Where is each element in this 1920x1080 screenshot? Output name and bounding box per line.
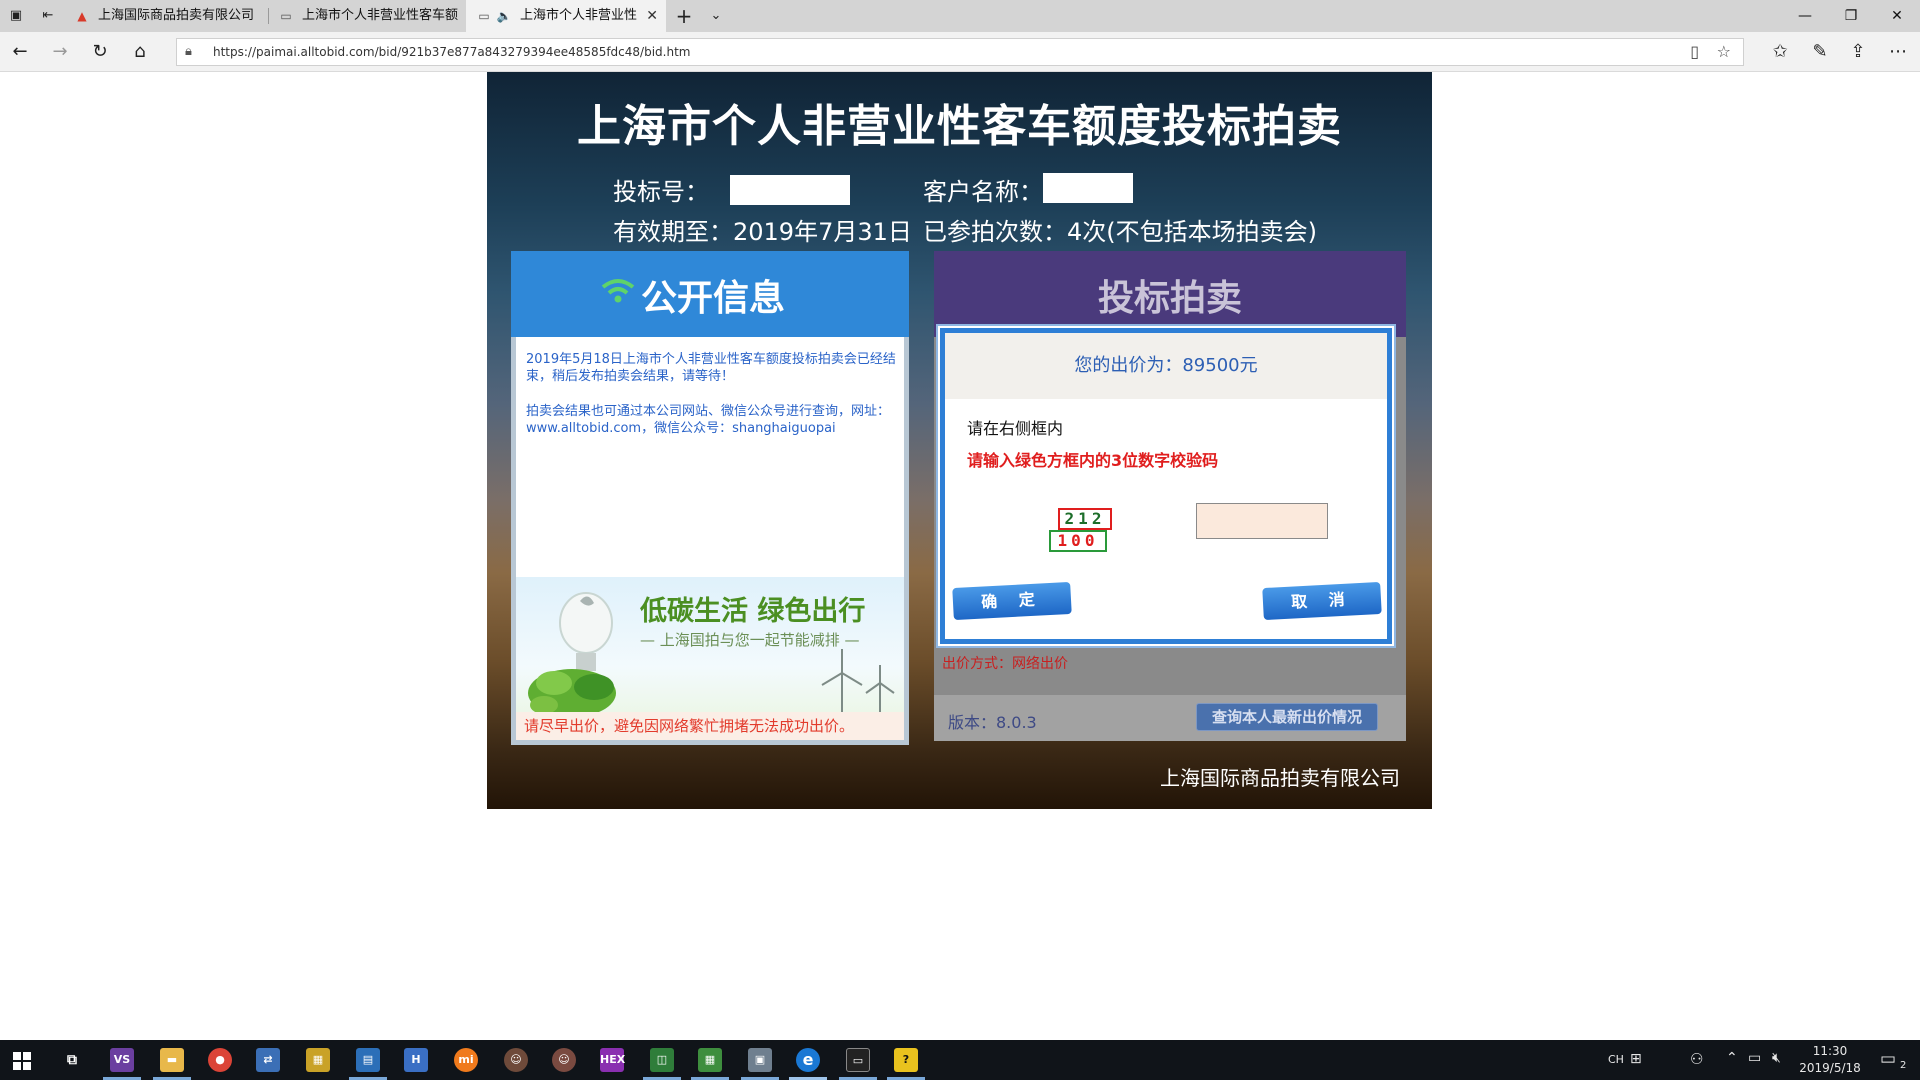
terminal-icon[interactable]: ▭ <box>846 1048 870 1072</box>
network-tool-icon[interactable]: ⇄ <box>256 1048 280 1072</box>
ime-indicator[interactable]: CH <box>1608 1053 1624 1066</box>
tab-auction-info[interactable]: ▭ 上海市个人非营业性客车额 <box>268 0 464 32</box>
public-info-header: 公开信息 <box>511 251 909 337</box>
public-info-title: 公开信息 <box>641 278 786 319</box>
url-text: https://paimai.alltobid.com/bid/921b37e8… <box>213 45 691 59</box>
close-tab-icon[interactable]: ✕ <box>646 0 658 32</box>
reading-view-icon[interactable]: ▯ <box>1690 42 1699 61</box>
bid-auction-title: 投标拍卖 <box>1097 278 1242 319</box>
notification-count: 2 <box>1900 1060 1907 1071</box>
task-view-icon[interactable]: ⧉ <box>60 1048 84 1072</box>
favorite-star-icon[interactable]: ☆ <box>1717 42 1731 61</box>
h-app-icon[interactable]: H <box>404 1048 428 1072</box>
mi-icon[interactable]: mi <box>454 1048 478 1072</box>
valid-until: 有效期至：2019年7月31日 <box>613 218 912 246</box>
customer-name-label: 客户名称： <box>923 178 1043 206</box>
customer-name-value <box>1043 173 1133 203</box>
notepad-icon[interactable]: ▤ <box>356 1048 380 1072</box>
windows-start-icon[interactable] <box>13 1052 31 1070</box>
tab-bid-active[interactable]: ▭ 🔈 上海市个人非营业性 ✕ <box>466 0 666 32</box>
public-info-panel: 2019年5月18日上海市个人非营业性客车额度投标拍卖会已经结束，稍后发布拍卖会… <box>511 337 909 745</box>
network-icon[interactable]: ▭ <box>1748 1050 1761 1066</box>
lock-icon: 🔒︎ <box>185 44 192 59</box>
lightbulb-plant-icon <box>528 592 616 717</box>
bid-number-label: 投标号： <box>613 178 709 206</box>
avatar-app-icon[interactable]: ☺ <box>504 1048 528 1072</box>
pen-icon[interactable]: ✎ <box>1808 40 1832 64</box>
close-window-button[interactable]: ✕ <box>1874 0 1920 32</box>
volume-muted-icon[interactable]: 🔇︎ <box>1772 1050 1781 1066</box>
tab-label: 上海国际商品拍卖有限公司 <box>98 8 255 23</box>
taskbar: ⧉ VS ▬ ● ⇄ ▦ ▤ H mi ☺ ☺ HEX ◫ ▦ ▣ e ▭ ? … <box>0 1040 1920 1080</box>
minimize-button[interactable]: — <box>1782 0 1828 32</box>
edge-browser-icon[interactable]: e <box>796 1048 820 1072</box>
participation-count: 已参拍次数：4次(不包括本场拍卖会) <box>923 218 1317 246</box>
tab-alltobid-company[interactable]: ▲ 上海国际商品拍卖有限公司 <box>64 0 268 32</box>
hex-editor-icon[interactable]: HEX <box>600 1048 625 1072</box>
page-icon: ▭ <box>280 9 292 23</box>
visual-studio-icon[interactable]: VS <box>110 1048 134 1072</box>
keyboard-layout-icon[interactable]: ⊞ <box>1630 1051 1642 1067</box>
clock-time[interactable]: 11:30 <box>1798 1044 1862 1058</box>
bid-price: 您的出价为：89500元 <box>1074 355 1258 376</box>
cast-icon[interactable]: ◫ <box>650 1048 674 1072</box>
query-latest-bid-button[interactable]: 查询本人最新出价情况 <box>1196 703 1378 731</box>
refresh-icon[interactable]: ↻ <box>88 40 112 64</box>
package-icon[interactable]: ▦ <box>306 1048 330 1072</box>
restore-button[interactable]: ❐ <box>1828 0 1874 32</box>
dialog-header: 您的出价为：89500元 <box>945 333 1387 399</box>
forward-icon[interactable]: → <box>48 40 72 64</box>
auction-page: 上海市个人非营业性客车额度投标拍卖 投标号： 客户名称： 有效期至：2019年7… <box>487 72 1432 809</box>
tab-label: 上海市个人非营业性客车额 <box>302 8 459 23</box>
clock-date[interactable]: 2019/5/18 <box>1798 1061 1862 1075</box>
auction-ended-notice: 2019年5月18日上海市个人非营业性客车额度投标拍卖会已经结束，稍后发布拍卖会… <box>526 352 896 384</box>
set-aside-tabs-icon[interactable]: ⇤ <box>38 6 58 26</box>
alert-triangle-icon: ▲ <box>77 9 87 23</box>
results-query-notice: 拍卖会结果也可通过本公司网站、微信公众号进行查询，网址：www.alltobid… <box>526 404 891 436</box>
company-name: 上海国际商品拍卖有限公司 <box>1160 766 1400 790</box>
favorites-hub-icon[interactable]: ✩ <box>1768 40 1792 64</box>
wifi-icon <box>601 279 635 303</box>
audio-playing-icon[interactable]: 🔈 <box>496 8 512 24</box>
bid-early-tip: 请尽早出价，避免因网络繁忙拥堵无法成功出价。 <box>516 712 904 740</box>
version-label: 版本：8.0.3 <box>948 713 1037 732</box>
file-explorer-icon[interactable]: ▬ <box>160 1048 184 1072</box>
share-icon[interactable]: ⇪ <box>1846 40 1870 64</box>
back-icon[interactable]: ← <box>8 40 32 64</box>
confirm-button[interactable]: 确 定 <box>952 581 1072 621</box>
dialog-captcha-instruction: 请输入绿色方框内的3位数字校验码 <box>967 451 1219 470</box>
banner-title: 低碳生活 绿色出行 <box>640 596 866 627</box>
version-bar: 版本：8.0.3 查询本人最新出价情况 <box>934 695 1406 741</box>
dialog-instruction: 请在右侧框内 <box>967 419 1064 438</box>
new-tab-icon[interactable]: + <box>674 6 694 26</box>
captcha-code-decoy: 212 <box>1058 508 1112 530</box>
bid-number-value <box>730 175 850 205</box>
page-title: 上海市个人非营业性客车额度投标拍卖 <box>577 101 1342 152</box>
vm-icon[interactable]: ▣ <box>748 1048 772 1072</box>
help-icon[interactable]: ? <box>894 1048 918 1072</box>
chevron-down-icon[interactable]: ⌄ <box>706 6 726 26</box>
home-icon[interactable]: ⌂ <box>128 40 152 64</box>
page-icon: ▭ <box>478 9 490 23</box>
bid-auction-header: 投标拍卖 <box>934 251 1406 337</box>
bid-method: 出价方式：网络出价 <box>942 656 1068 672</box>
chrome-icon[interactable]: ● <box>208 1048 232 1072</box>
address-bar[interactable]: 🔒︎ https://paimai.alltobid.com/bid/921b3… <box>176 38 1744 66</box>
captcha-input[interactable] <box>1196 503 1328 539</box>
tab-label: 上海市个人非营业性 <box>520 8 638 23</box>
bid-confirm-dialog: 您的出价为：89500元 请在右侧框内 请输入绿色方框内的3位数字校验码 212… <box>940 328 1392 644</box>
notification-center-icon[interactable]: ▭ <box>1880 1049 1896 1069</box>
people-icon[interactable]: ⚇ <box>1690 1050 1703 1068</box>
chevron-up-icon[interactable]: ⌃ <box>1726 1050 1738 1066</box>
more-menu-icon[interactable]: ⋯ <box>1886 40 1910 64</box>
cancel-button[interactable]: 取 消 <box>1262 581 1382 621</box>
tab-preview-icon[interactable]: ▣ <box>6 6 26 26</box>
tab-bar: ▣ ⇤ ▲ 上海国际商品拍卖有限公司 ▭ 上海市个人非营业性客车额 ▭ 🔈 上海… <box>0 0 1920 32</box>
avatar-app-2-icon[interactable]: ☺ <box>552 1048 576 1072</box>
spreadsheet-icon[interactable]: ▦ <box>698 1048 722 1072</box>
captcha-code-green: 100 <box>1049 530 1107 552</box>
low-carbon-banner: 低碳生活 绿色出行 — 上海国拍与您一起节能减排 — <box>516 577 904 727</box>
address-toolbar: ← → ↻ ⌂ 🔒︎ https://paimai.alltobid.com/b… <box>0 32 1920 72</box>
